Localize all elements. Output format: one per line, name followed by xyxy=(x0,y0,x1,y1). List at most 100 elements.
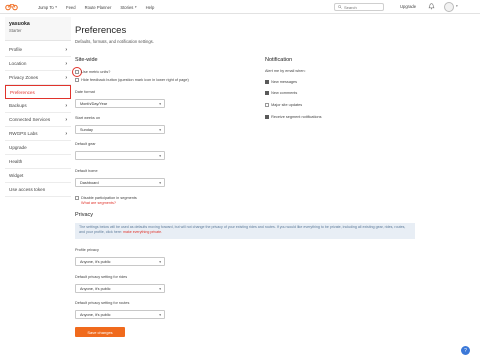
week-start-label: Start weeks on xyxy=(75,116,101,120)
privacy-info-box: The settings below will be used as defau… xyxy=(75,223,415,239)
notify-segments-row[interactable]: Receive segment notifications xyxy=(265,115,322,119)
notification-heading: Notification xyxy=(265,57,293,63)
nav-route-planner[interactable]: Route Planner xyxy=(85,5,112,10)
routes-privacy-label: Default privacy setting for routes xyxy=(75,301,130,305)
search-box[interactable] xyxy=(334,3,384,11)
nav-stories[interactable]: Stories ▾ xyxy=(120,5,136,10)
rwgps-logo-icon[interactable] xyxy=(5,3,18,11)
sidebar-item-label: Health xyxy=(9,159,23,164)
sidebar-item-backups[interactable]: Backups › xyxy=(5,99,71,113)
sidebar-item-label: Use access token xyxy=(9,187,46,192)
chevron-down-icon: ▾ xyxy=(159,128,161,132)
default-gear-label: Default gear xyxy=(75,142,96,146)
chevron-right-icon: › xyxy=(65,74,67,81)
sidebar-item-access-token[interactable]: Use access token xyxy=(5,183,71,197)
date-format-select[interactable]: Month/Day/Year ▾ xyxy=(75,99,165,108)
privacy-heading: Privacy xyxy=(75,212,94,218)
nav-label: Jump To xyxy=(38,4,54,10)
select-value: Anyone, it's public xyxy=(80,259,111,264)
checkbox-label: Hide feedback button (question mark icon… xyxy=(81,78,189,82)
sidebar-item-health[interactable]: Health xyxy=(5,155,71,169)
use-metric-checkbox[interactable] xyxy=(75,70,79,74)
upgrade-link[interactable]: Upgrade xyxy=(400,4,416,9)
use-metric-checkbox-row[interactable]: Use metric units? xyxy=(75,70,110,74)
search-icon xyxy=(338,5,342,9)
notify-new-messages-checkbox[interactable] xyxy=(265,80,269,84)
week-start-select[interactable]: Sunday ▾ xyxy=(75,125,165,134)
help-question-icon[interactable]: ? xyxy=(461,346,470,355)
default-home-select[interactable]: Dashboard ▾ xyxy=(75,178,165,187)
top-nav-bar: Jump To ▾ Feed Route Planner Stories ▾ Hel… xyxy=(0,0,480,14)
checkbox-label: New messages xyxy=(271,80,298,84)
nav-help[interactable]: Help xyxy=(146,5,155,10)
sidebar-item-label: Preferences xyxy=(10,89,35,95)
notify-site-updates-row[interactable]: Major site updates xyxy=(265,103,302,107)
chevron-right-icon: › xyxy=(65,60,67,67)
date-format-label: Date format xyxy=(75,90,95,94)
hide-feedback-checkbox-row[interactable]: Hide feedback button (question mark icon… xyxy=(75,78,189,82)
sidebar-item-connected-services[interactable]: Connected Services › xyxy=(5,113,71,127)
profile-privacy-select[interactable]: Anyone, it's public ▾ xyxy=(75,257,165,266)
sidebar-item-widget[interactable]: Widget xyxy=(5,169,71,183)
save-changes-button[interactable]: Save changes xyxy=(75,327,125,337)
make-private-link[interactable]: make everything private. xyxy=(123,230,162,234)
chevron-down-icon: ▾ xyxy=(159,102,161,106)
sidebar-item-rwgps-labs[interactable]: RWGPS Labs › xyxy=(5,127,71,141)
default-home-label: Default home xyxy=(75,169,98,173)
user-plan: Starter xyxy=(9,28,22,33)
user-box: yasuoka Starter xyxy=(5,17,71,41)
avatar[interactable] xyxy=(444,2,454,12)
rides-privacy-label: Default privacy setting for rides xyxy=(75,275,128,279)
sidebar-item-preferences[interactable]: Preferences xyxy=(5,85,71,99)
chevron-right-icon: › xyxy=(65,46,67,53)
notify-new-comments-row[interactable]: New comments xyxy=(265,91,297,95)
disable-segments-checkbox-row[interactable]: Disable participation in segments xyxy=(75,196,137,200)
hide-feedback-checkbox[interactable] xyxy=(75,78,79,82)
nav-label: Help xyxy=(145,4,155,10)
select-value: Anyone, it's public xyxy=(80,286,111,291)
chevron-down-icon: ▾ xyxy=(159,181,161,185)
notify-new-comments-checkbox[interactable] xyxy=(265,91,269,95)
nav-label: Route Planner xyxy=(84,4,112,10)
select-value: Sunday xyxy=(80,127,93,132)
notify-site-updates-checkbox[interactable] xyxy=(265,103,269,107)
sidebar-item-label: Profile xyxy=(9,47,23,52)
nav-label: Stories xyxy=(120,4,134,10)
notify-segments-checkbox[interactable] xyxy=(265,115,269,119)
alert-label: Alert me by email when: xyxy=(265,69,306,73)
disable-segments-checkbox[interactable] xyxy=(75,196,79,200)
chevron-down-icon[interactable]: ▾ xyxy=(456,4,458,8)
search-input[interactable] xyxy=(344,4,382,10)
nav-jump-to[interactable]: Jump To ▾ xyxy=(38,5,57,10)
nav-label: Feed xyxy=(66,4,76,10)
sidebar-item-label: Connected Services xyxy=(9,117,51,122)
sidebar-item-privacy-zones[interactable]: Privacy Zones › xyxy=(5,71,71,85)
checkbox-label: New comments xyxy=(271,91,298,95)
bell-icon[interactable] xyxy=(428,3,435,10)
checkbox-label: Receive segment notifications xyxy=(271,115,322,119)
routes-privacy-select[interactable]: Anyone, it's public ▾ xyxy=(75,310,165,319)
sidebar-item-profile[interactable]: Profile › xyxy=(5,43,71,57)
sidebar-item-upgrade[interactable]: Upgrade xyxy=(5,141,71,155)
nav-feed[interactable]: Feed xyxy=(66,5,76,10)
what-are-segments-link[interactable]: What are segments? xyxy=(81,201,116,205)
sidebar-item-label: Location xyxy=(9,61,27,66)
chevron-right-icon: › xyxy=(65,130,67,137)
select-value: Month/Day/Year xyxy=(80,101,108,106)
chevron-down-icon: ▾ xyxy=(159,260,161,264)
sidebar-item-location[interactable]: Location › xyxy=(5,57,71,71)
checkbox-label: Use metric units? xyxy=(81,70,111,74)
notify-new-messages-row[interactable]: New messages xyxy=(265,80,297,84)
rides-privacy-select[interactable]: Anyone, it's public ▾ xyxy=(75,284,165,293)
checkbox-label: Disable participation in segments xyxy=(81,196,137,200)
settings-sidebar: yasuoka Starter Profile › Location › Priva… xyxy=(5,17,71,197)
chevron-down-icon: ▾ xyxy=(159,154,161,158)
main-nav: Jump To ▾ Feed Route Planner Stories ▾ Hel… xyxy=(38,0,163,14)
sidebar-item-label: RWGPS Labs xyxy=(9,131,38,136)
sitewide-heading: Site-wide xyxy=(75,57,98,63)
chevron-down-icon: ▾ xyxy=(134,5,137,9)
default-gear-select[interactable]: ▾ xyxy=(75,151,165,160)
chevron-down-icon: ▾ xyxy=(55,5,58,9)
page-subtitle: Defaults, formats, and notification sett… xyxy=(75,39,154,44)
sidebar-item-label: Privacy Zones xyxy=(9,75,39,80)
